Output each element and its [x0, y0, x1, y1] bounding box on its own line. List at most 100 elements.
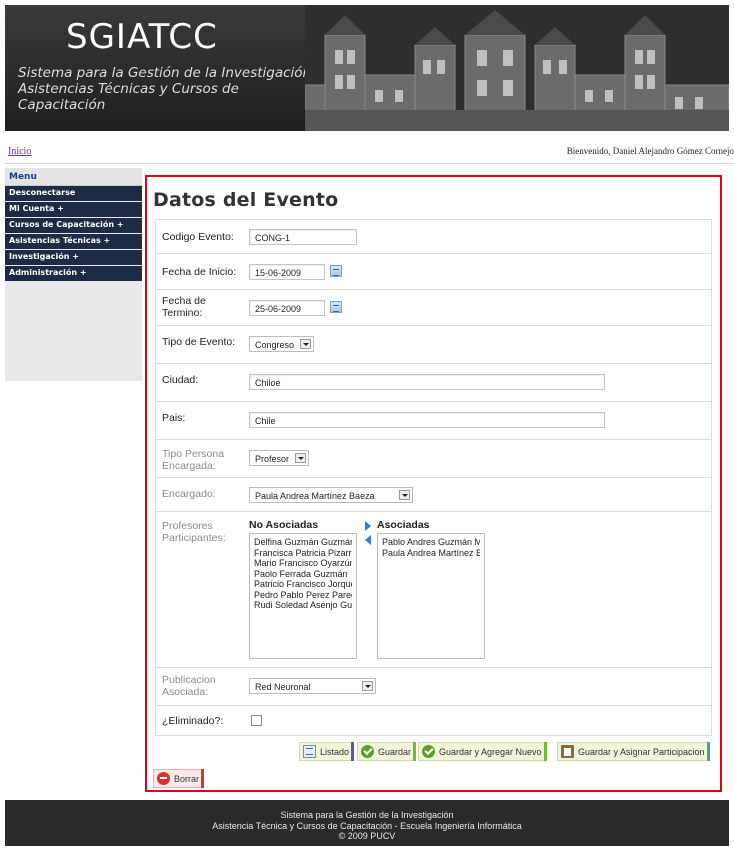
- chevron-down-icon: [295, 453, 306, 463]
- tipo-evento-value: Congreso: [255, 340, 295, 350]
- ciudad-label: Ciudad:: [162, 374, 199, 386]
- list-item[interactable]: Paolo Ferrada Guzmán: [254, 569, 352, 580]
- event-form-panel: Datos del Evento Codigo Evento: CONG-1 F…: [145, 175, 722, 792]
- row-ciudad: Ciudad: Chiloé: [156, 364, 711, 402]
- fecha-termino-label: Fecha de Termino:: [162, 295, 206, 319]
- asociadas-heading: Asociadas: [377, 519, 430, 531]
- pais-input[interactable]: Chile: [249, 412, 605, 428]
- footer-line1: Sistema para la Gestión de la Investigac…: [280, 810, 454, 820]
- footer-line3: © 2009 PUCV: [338, 831, 396, 841]
- button-edge: [543, 742, 547, 761]
- sidebar-item-mi-cuenta[interactable]: Mi Cuenta +: [5, 202, 142, 217]
- tipo-persona-value: Profesor: [255, 454, 290, 464]
- list-item[interactable]: Delfina Guzmán Guzmán: [254, 537, 352, 548]
- row-encargado: Encargado: Paula Andrea Martínez Baeza: [156, 478, 711, 512]
- list-item[interactable]: Mario Francisco Oyarzún: [254, 558, 352, 569]
- row-publicacion: Publicacion Asociada: Red Neuronal: [156, 668, 711, 706]
- list-item[interactable]: Patricio Francisco Jorque: [254, 579, 352, 590]
- sidebar-item-asistencias[interactable]: Asistencias Técnicas +: [5, 234, 142, 249]
- row-profesores: Profesores Participantes: No Asociadas A…: [156, 512, 711, 668]
- move-right-icon[interactable]: [365, 521, 371, 531]
- list-icon: [303, 745, 316, 758]
- list-item[interactable]: Pedro Pablo Perez Parede: [254, 590, 352, 601]
- fecha-termino-label-line2: Termino:: [162, 307, 203, 319]
- sidebar: Menu Desconectarse Mi Cuenta + Cursos de…: [5, 168, 142, 381]
- top-bar: Inicio Bienvenido, Daniel Alejandro Góme…: [5, 140, 734, 164]
- encargado-select[interactable]: Paula Andrea Martínez Baeza: [249, 487, 413, 503]
- row-fecha-termino: Fecha de Termino: 25-06-2009: [156, 290, 711, 326]
- publicacion-label: Publicacion Asociada:: [162, 674, 216, 698]
- sidebar-item-investigacion[interactable]: Investigación +: [5, 250, 142, 265]
- list-item[interactable]: Pablo Andres Guzmán Ma: [382, 537, 480, 548]
- move-left-icon[interactable]: [365, 535, 371, 545]
- profesores-label-line2: Participantes:: [162, 532, 226, 544]
- building-illustration: [305, 5, 729, 131]
- guardar-asignar-button[interactable]: Guardar y Asignar Participacion: [557, 742, 710, 761]
- chevron-down-icon: [399, 490, 410, 500]
- tipo-persona-label-line1: Tipo Persona: [162, 448, 225, 460]
- row-tipo-evento: Tipo de Evento: Congreso: [156, 326, 711, 364]
- list-item[interactable]: Francisca Patricia Pizarro: [254, 548, 352, 559]
- row-pais: Pais: Chile: [156, 402, 711, 440]
- guardar-asignar-label: Guardar y Asignar Participacion: [578, 747, 705, 757]
- row-codigo: Codigo Evento: CONG-1: [156, 220, 711, 254]
- subtitle-line2: Asistencias Técnicas y Cursos de Capacit…: [18, 81, 239, 113]
- sidebar-item-administracion[interactable]: Administración +: [5, 266, 142, 281]
- publicacion-label-line1: Publicacion: [162, 674, 216, 686]
- eliminado-label: ¿Eliminado?:: [162, 715, 224, 727]
- fecha-inicio-input[interactable]: 15-06-2009: [249, 264, 325, 280]
- home-link[interactable]: Inicio: [8, 146, 31, 157]
- no-asociadas-heading: No Asociadas: [249, 519, 319, 531]
- chevron-down-icon: [300, 339, 311, 349]
- sidebar-item-cursos[interactable]: Cursos de Capacitación +: [5, 218, 142, 233]
- tipo-persona-label: Tipo Persona Encargada:: [162, 448, 224, 472]
- subtitle-line1: Sistema para la Gestión de la Investigac…: [18, 65, 316, 81]
- tipo-persona-label-line2: Encargada:: [162, 460, 216, 472]
- welcome-text: Bienvenido, Daniel Alejandro Gómez Corne…: [566, 146, 734, 156]
- profesores-label-line1: Profesores: [162, 520, 213, 532]
- listado-button[interactable]: Listado: [299, 742, 355, 761]
- eliminado-checkbox[interactable]: [251, 715, 262, 726]
- guardar-button[interactable]: Guardar: [357, 742, 417, 761]
- guardar-agregar-button[interactable]: Guardar y Agregar Nuevo: [418, 742, 547, 761]
- chevron-down-icon: [362, 681, 373, 691]
- tipo-evento-label: Tipo de Evento:: [162, 336, 236, 348]
- publicacion-select[interactable]: Red Neuronal: [249, 678, 376, 694]
- fecha-inicio-label: Fecha de Inicio:: [162, 266, 237, 278]
- no-asociadas-listbox[interactable]: Delfina Guzmán Guzmán Francisca Patricia…: [249, 533, 357, 659]
- button-edge: [351, 742, 355, 761]
- ciudad-input[interactable]: Chiloé: [249, 374, 605, 390]
- site-footer: Sistema para la Gestión de la Investigac…: [5, 800, 729, 846]
- row-tipo-persona: Tipo Persona Encargada: Profesor: [156, 440, 711, 478]
- listado-label: Listado: [320, 747, 350, 757]
- list-item[interactable]: Rudi Soledad Asenjo Gua: [254, 600, 352, 611]
- site-logo: SGIATCC: [66, 17, 218, 57]
- borrar-label: Borrar: [174, 774, 200, 784]
- asociadas-listbox[interactable]: Pablo Andres Guzmán Ma Paula Andrea Mart…: [377, 533, 485, 659]
- borrar-button[interactable]: Borrar: [153, 769, 205, 788]
- site-subtitle: Sistema para la Gestión de la Investigac…: [18, 65, 318, 113]
- event-form: Codigo Evento: CONG-1 Fecha de Inicio: 1…: [155, 219, 712, 736]
- check-icon: [361, 745, 374, 758]
- row-fecha-inicio: Fecha de Inicio: 15-06-2009: [156, 254, 711, 290]
- profesores-label: Profesores Participantes:: [162, 520, 226, 544]
- fecha-termino-input[interactable]: 25-06-2009: [249, 300, 325, 316]
- check-icon: [422, 745, 435, 758]
- publicacion-label-line2: Asociada:: [162, 686, 209, 698]
- calendar-icon[interactable]: [330, 265, 342, 277]
- tipo-evento-select[interactable]: Congreso: [249, 336, 314, 352]
- clipboard-icon: [561, 745, 574, 758]
- site-header: SGIATCC Sistema para la Gestión de la In…: [5, 5, 729, 131]
- codigo-input[interactable]: CONG-1: [249, 229, 357, 245]
- button-edge: [706, 742, 710, 761]
- menu-title: Menu: [5, 168, 142, 186]
- calendar-icon[interactable]: [330, 301, 342, 313]
- encargado-value: Paula Andrea Martínez Baeza: [255, 491, 375, 501]
- minus-circle-icon: [157, 772, 170, 785]
- tipo-persona-select[interactable]: Profesor: [249, 450, 309, 466]
- pais-label: Pais:: [162, 412, 186, 424]
- list-item[interactable]: Paula Andrea Martínez Ba: [382, 548, 480, 559]
- encargado-label: Encargado:: [162, 488, 216, 500]
- button-edge: [201, 769, 205, 788]
- sidebar-item-desconectarse[interactable]: Desconectarse: [5, 186, 142, 201]
